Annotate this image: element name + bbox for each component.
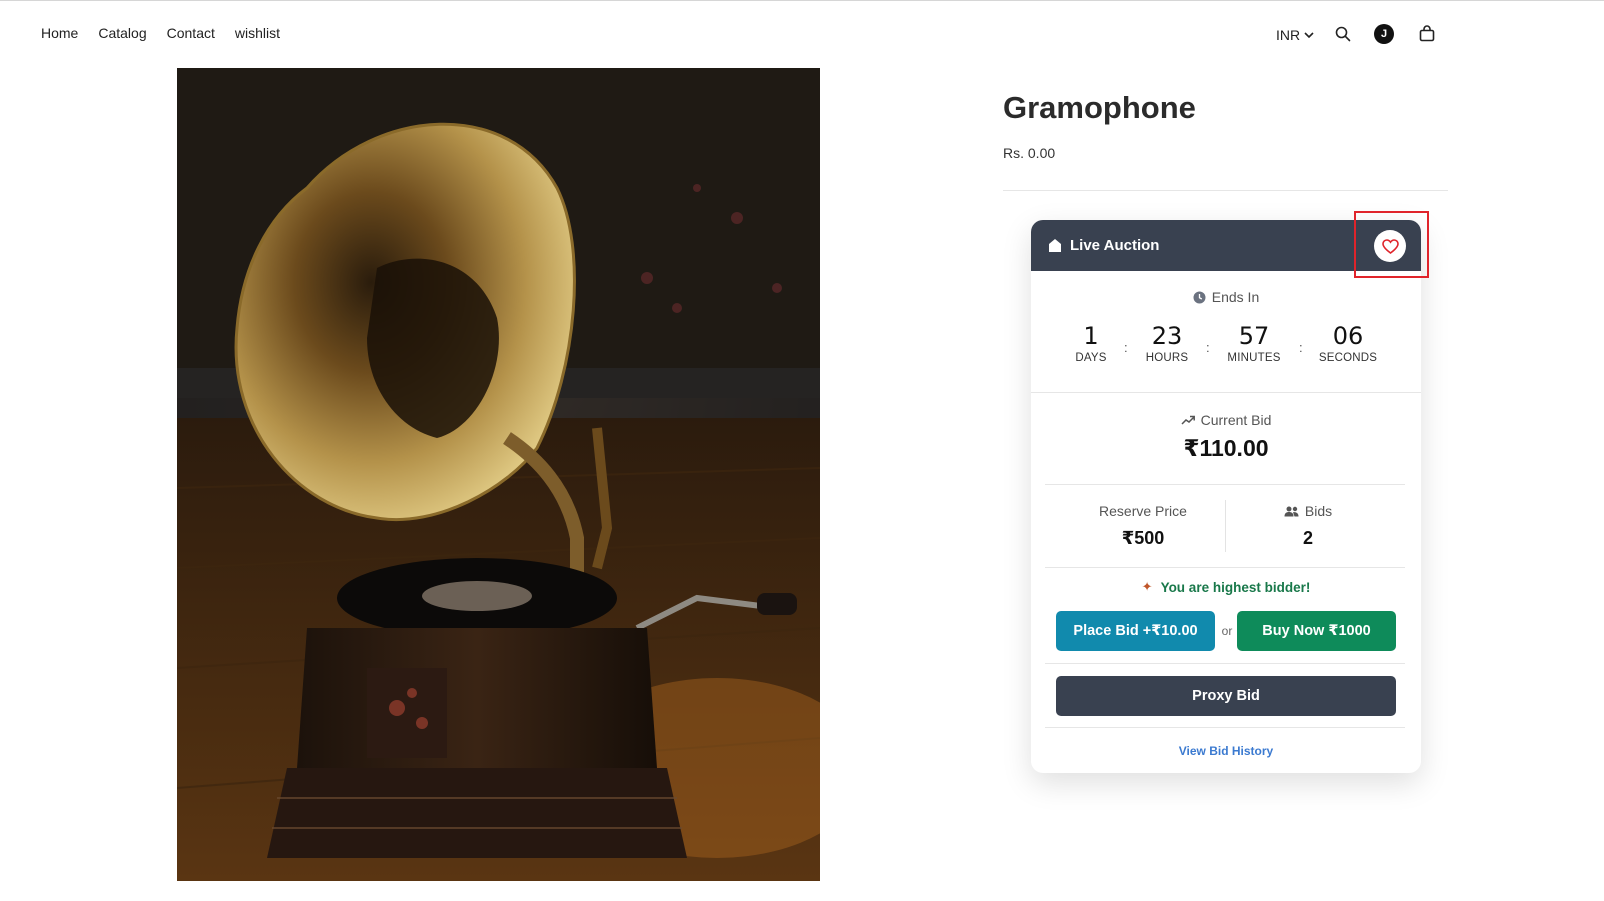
nav-catalog-link[interactable]: Catalog (98, 25, 146, 41)
product-price: Rs. 0.00 (1003, 145, 1056, 161)
header-actions: INR (1276, 21, 1315, 49)
countdown-seconds: 06 SECONDS (1308, 322, 1388, 364)
seconds-value: 06 (1332, 322, 1364, 350)
countdown-separator: : (1299, 340, 1303, 355)
bids-label: Bids (1304, 503, 1333, 519)
party-icon: ✦ (1141, 580, 1153, 595)
cart-icon[interactable] (1416, 23, 1438, 45)
highlight-box (1354, 211, 1429, 278)
product-title: Gramophone (1003, 90, 1196, 125)
minutes-label: MINUTES (1227, 352, 1281, 364)
highest-bidder-text: You are highest bidder! (1160, 580, 1311, 595)
nav-wishlist-link[interactable]: wishlist (235, 25, 280, 41)
or-label: or (1221, 624, 1233, 638)
divider (1045, 567, 1405, 568)
countdown: 1 DAYS : 23 HOURS : 57 MINUTES : 06 SECO… (1031, 322, 1421, 372)
buy-now-button[interactable]: Buy Now ₹1000 (1237, 611, 1396, 651)
account-button[interactable]: J (1373, 23, 1395, 45)
place-bid-button[interactable]: Place Bid +₹10.00 (1056, 611, 1215, 651)
proxy-bid-button[interactable]: Proxy Bid (1056, 676, 1396, 716)
countdown-days: 1 DAYS (1051, 322, 1131, 364)
divider (1045, 727, 1405, 728)
house-icon (1049, 239, 1061, 252)
top-border (0, 0, 1604, 1)
auction-header-label: Live Auction (1070, 237, 1160, 254)
nav-contact-link[interactable]: Contact (167, 25, 215, 41)
countdown-separator: : (1206, 340, 1210, 355)
search-icon[interactable] (1332, 23, 1354, 45)
auction-card: Live Auction Ends In 1 DAYS : 23 HOURS :… (1031, 220, 1421, 773)
hours-label: HOURS (1145, 352, 1189, 364)
users-icon (1284, 506, 1299, 516)
bids-value: 2 (1302, 528, 1313, 548)
ends-in-label: Ends In (1211, 289, 1260, 305)
avatar: J (1374, 24, 1394, 44)
countdown-hours: 23 HOURS (1127, 322, 1207, 364)
current-bid-value: ₹110.00 (1183, 435, 1269, 461)
view-bid-history-link[interactable]: View Bid History (1031, 744, 1421, 758)
divider (1003, 190, 1448, 191)
hours-value: 23 (1151, 322, 1183, 350)
reserve-price-value: ₹500 (1121, 528, 1165, 548)
ends-in: Ends In (1031, 289, 1421, 305)
clock-icon (1193, 291, 1206, 303)
bids-count: Bids 2 (1218, 503, 1398, 549)
divider (1045, 484, 1405, 485)
trending-up-icon (1181, 415, 1195, 425)
currency-selector[interactable]: INR (1276, 27, 1315, 43)
product-image (177, 68, 820, 881)
main-nav: Home Catalog Contact wishlist (41, 25, 280, 41)
gramophone-illustration (177, 68, 820, 881)
divider (1045, 663, 1405, 664)
current-bid-label: Current Bid (1200, 412, 1272, 428)
days-label: DAYS (1075, 352, 1107, 364)
currency-label: INR (1276, 27, 1301, 43)
days-value: 1 (1083, 322, 1099, 350)
reserve-price: Reserve Price ₹500 (1053, 503, 1233, 549)
reserve-price-label: Reserve Price (1099, 503, 1187, 519)
current-bid-label-row: Current Bid (1031, 412, 1421, 428)
highest-bidder-notice: ✦ You are highest bidder! (1031, 580, 1421, 595)
seconds-label: SECONDS (1318, 352, 1378, 364)
chevron-down-icon (1304, 32, 1314, 39)
countdown-minutes: 57 MINUTES (1214, 322, 1294, 364)
nav-home-link[interactable]: Home (41, 25, 78, 41)
divider (1031, 392, 1421, 393)
minutes-value: 57 (1238, 322, 1270, 350)
